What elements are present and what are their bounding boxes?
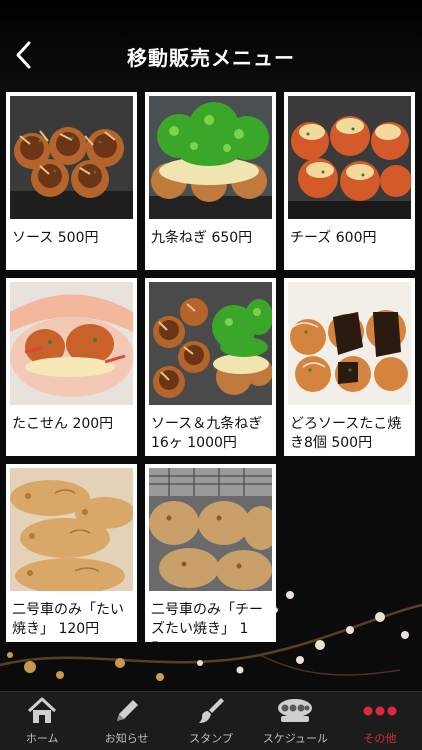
- truck-icon: [278, 699, 313, 722]
- taiyaki-image: [10, 468, 133, 591]
- menu-card-label: 九条ねぎ 650円: [151, 230, 253, 246]
- tab-label: お知らせ: [104, 732, 149, 745]
- takoyaki-doro-sauce-image: [288, 282, 411, 405]
- tab-label: スタンプ: [189, 732, 233, 745]
- brush-icon: [199, 698, 225, 723]
- tab-home[interactable]: ホーム: [0, 692, 84, 750]
- tab-stamp[interactable]: スタンプ: [169, 692, 253, 750]
- tab-bar: ホーム お知らせ スタンプ スケジュール その他: [0, 691, 422, 750]
- tab-label: ホーム: [25, 732, 59, 745]
- takosen-image: [10, 282, 133, 405]
- menu-card[interactable]: チーズ 600円: [284, 92, 415, 270]
- menu-card[interactable]: 二号車のみ「たい焼き」 120円: [6, 464, 137, 642]
- tab-news[interactable]: お知らせ: [84, 692, 168, 750]
- menu-card[interactable]: どろソースたこ焼き8個 500円: [284, 278, 415, 456]
- menu-card-label: 二号車のみ「チーズたい焼き」 15…: [151, 602, 263, 642]
- tab-label: スケジュール: [262, 732, 329, 745]
- menu-card-label: チーズ 600円: [290, 230, 377, 246]
- menu-card[interactable]: ソース 500円: [6, 92, 137, 270]
- header: 移動販売メニュー: [0, 0, 422, 90]
- cheese-taiyaki-image: [149, 468, 272, 591]
- takoyaki-sauce-image: [10, 96, 133, 219]
- pencil-icon: [116, 700, 138, 721]
- more-icon: [363, 706, 397, 716]
- takoyaki-mix-image: [149, 282, 272, 405]
- menu-card-label: ソース 500円: [12, 230, 99, 246]
- takoyaki-cheese-image: [288, 96, 411, 219]
- menu-card[interactable]: 二号車のみ「チーズたい焼き」 15…: [145, 464, 276, 642]
- tab-label: その他: [363, 732, 397, 745]
- page-title: 移動販売メニュー: [127, 46, 295, 70]
- menu-card-label: ソース＆九条ねぎ16ヶ 1000円: [151, 416, 263, 451]
- menu-card[interactable]: ソース＆九条ねぎ16ヶ 1000円: [145, 278, 276, 456]
- menu-grid: ソース 500円 九条ねぎ 650円 チーズ 600円 たこせん 200円 ソー…: [6, 92, 416, 642]
- home-icon: [28, 697, 57, 723]
- tab-more[interactable]: その他: [338, 692, 422, 750]
- tab-schedule[interactable]: スケジュール: [253, 692, 337, 750]
- takoyaki-green-onion-image: [149, 96, 272, 219]
- menu-card-label: たこせん 200円: [12, 416, 114, 432]
- menu-card[interactable]: 九条ねぎ 650円: [145, 92, 276, 270]
- menu-card-label: どろソースたこ焼き8個 500円: [290, 416, 402, 451]
- menu-card[interactable]: たこせん 200円: [6, 278, 137, 456]
- menu-card-label: 二号車のみ「たい焼き」 120円: [12, 602, 124, 637]
